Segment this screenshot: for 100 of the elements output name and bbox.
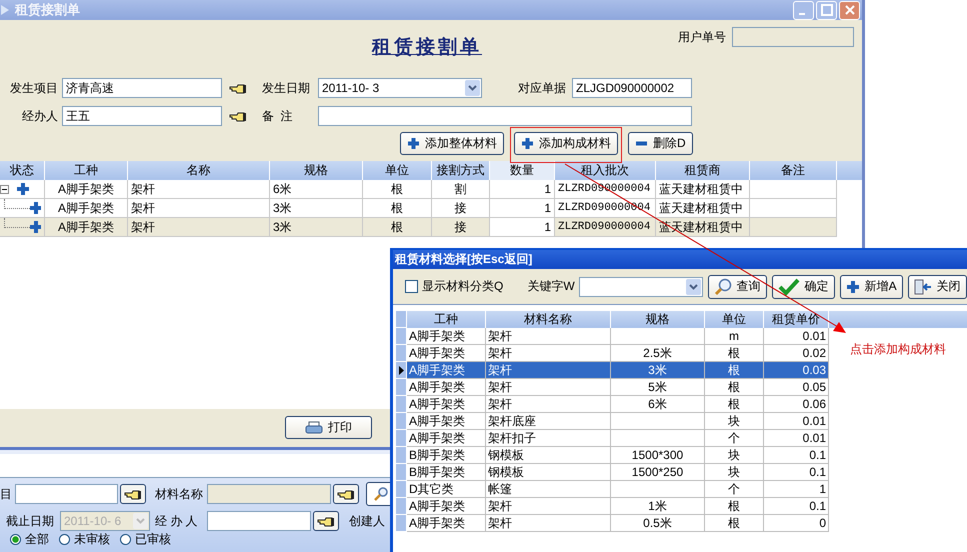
plus-icon [30,202,41,214]
table-cell: 架杆 [128,218,270,237]
pointing-hand-icon[interactable] [229,82,247,94]
column-header[interactable]: 规格 [270,161,363,180]
plus-icon [846,280,860,294]
minimize-icon [798,13,804,15]
table-cell: A脚手架类 [45,218,128,237]
handler-field[interactable]: 王五 [62,106,222,126]
dialog-title: 租赁材料选择[按Esc返回] [395,252,532,266]
table-row[interactable]: A脚手架类 架杆 6米 根 0.06 [396,396,967,413]
keyword-dropdown[interactable] [578,276,703,296]
printer-icon [305,420,323,434]
status-radio[interactable]: 已审核 [120,530,171,548]
print-button[interactable]: 打印 [285,416,372,439]
pointing-hand-icon [317,516,335,526]
plus-icon [521,137,534,150]
plus-icon [17,183,29,195]
form-title: 租赁接割单 [372,35,482,60]
table-cell: 割 [432,180,490,199]
pointing-hand-icon [124,488,142,500]
pointing-hand-icon[interactable] [229,110,247,122]
column-header[interactable]: 工种 [45,161,128,180]
dialog-button[interactable]: 查询 [708,274,767,298]
user-no-field[interactable] [732,27,854,47]
column-header[interactable]: 备注 [750,161,837,180]
maximize-icon [820,4,832,16]
document-field[interactable]: ZLJGD090000002 [572,78,692,98]
collapse-icon[interactable] [0,184,9,194]
column-header[interactable]: 单位 [363,161,432,180]
field-label: 创建人 [349,512,385,530]
table-cell: 1 [490,180,555,199]
table-cell: 根 [363,180,432,199]
remark-field[interactable] [318,106,692,126]
close-icon [844,4,856,16]
table-row[interactable]: A脚手架类 架杆 3米 根 0.03 [396,362,967,379]
field-label: 经 办 人 [155,512,199,530]
field-label: 发生项目 [9,80,59,97]
date-dropdown[interactable]: 2011-10- 3 [318,78,482,98]
pick-button[interactable] [333,484,359,504]
table-cell: 6米 [270,180,363,199]
search-icon [714,278,732,296]
project-field[interactable]: 济青高速 [62,78,222,98]
checkmark-icon [778,278,800,296]
table-row[interactable]: A脚手架类 架杆 5米 根 0.05 [396,379,967,396]
toolbar-button[interactable]: 添加构成材料 [514,132,618,155]
material-name-field[interactable] [207,484,331,504]
column-header[interactable]: 状态 [0,161,45,180]
current-row-icon [398,366,404,374]
table-row[interactable]: B脚手架类 钢模板 1500*250 块 0.1 [396,464,967,481]
column-header[interactable]: 工种 [407,311,486,328]
table-cell: A脚手架类 [45,180,128,199]
table-cell: 根 [363,218,432,237]
user-no-label: 用户单号 [678,29,726,46]
table-cell: ZLZRD090000004 [555,218,656,237]
table-cell: 架杆 [128,180,270,199]
plus-icon [30,221,41,233]
pick-button[interactable] [120,484,146,504]
pick-button[interactable] [313,511,339,531]
column-header[interactable]: 租赁单价 [764,311,829,328]
table-cell: 接 [432,218,490,237]
project-field[interactable] [15,484,118,504]
dialog-button[interactable]: 确定 [772,274,835,298]
table-cell: 蓝天建材租赁中 [656,218,750,237]
table-cell: 蓝天建材租赁中 [656,180,750,199]
table-cell: 3米 [270,218,363,237]
status-radio[interactable]: 全部 [10,530,49,548]
row-header-corner [396,311,407,328]
minimize-button[interactable] [793,0,814,20]
field-label: 目 [0,486,13,502]
field-label: 经办人 [21,108,59,125]
status-radio[interactable]: 未审核 [59,530,110,548]
table-row[interactable]: A脚手架类 架杆扣子 个 0.01 [396,430,967,447]
column-header[interactable]: 材料名称 [486,311,611,328]
column-header[interactable]: 单位 [705,311,764,328]
toolbar-button[interactable]: 删除D [628,132,693,155]
toolbar-button[interactable]: 添加整体材料 [400,132,504,155]
dialog-button[interactable]: 关闭 [908,274,967,298]
keyword-label: 关键字W [527,278,575,295]
field-label: 截止日期 [6,512,55,530]
annotation-text: 点击添加构成材料 [850,341,946,358]
dialog-button[interactable]: 新增A [840,274,903,298]
column-header[interactable]: 数量 [490,161,555,180]
column-header[interactable]: 租赁商 [656,161,750,180]
table-row[interactable]: A脚手架类 架杆底座 块 0.01 [396,413,967,430]
plus-icon [407,137,420,150]
window-title: 租赁接割单 [15,1,80,19]
column-header[interactable]: 规格 [611,311,705,328]
pointing-hand-icon [337,488,355,500]
category-checkbox[interactable]: 显示材料分类Q [405,278,504,295]
maximize-button[interactable] [816,0,837,20]
table-row[interactable]: A脚手架类 架杆 0.5米 根 0 [396,515,967,532]
column-header[interactable]: 租入批次 [555,161,656,180]
row-selector[interactable] [396,362,407,379]
table-cell: 1 [490,218,555,237]
handler-field[interactable] [207,511,311,531]
close-button[interactable] [839,0,860,20]
column-header[interactable]: 名称 [128,161,270,180]
table-row[interactable]: B脚手架类 钢模板 1500*300 块 0.1 [396,447,967,464]
table-row[interactable]: D其它类 帐篷 个 1 [396,481,967,498]
table-row[interactable]: A脚手架类 架杆 1米 根 0.1 [396,498,967,515]
